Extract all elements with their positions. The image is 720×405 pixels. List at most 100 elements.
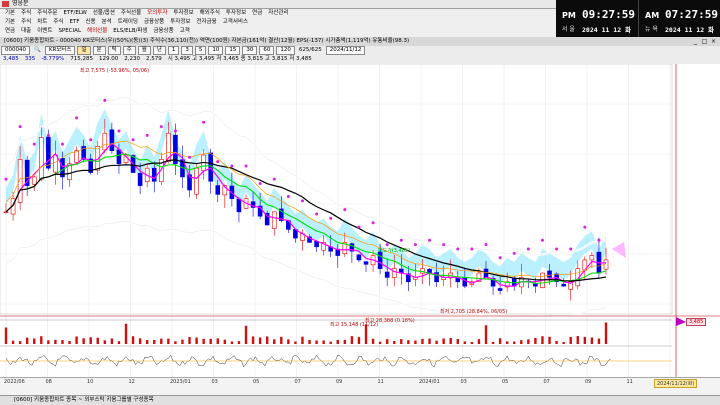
stock-name-field[interactable]: KR모터스 — [44, 46, 76, 55]
period-button-12[interactable]: 60 — [259, 46, 275, 55]
menu-item-r2-8[interactable]: 금융상품 — [141, 18, 167, 27]
signal-dot — [428, 238, 432, 242]
volume-bar — [54, 339, 57, 344]
menu-item-r1-10[interactable]: 연금 — [249, 9, 265, 18]
signal-dot — [343, 208, 347, 212]
candle — [462, 277, 468, 287]
newyork-ampm: AM — [645, 11, 660, 20]
search-icon[interactable]: 🔍 — [31, 46, 44, 55]
menu-item-r2-9[interactable]: 투자정보 — [167, 18, 193, 27]
period-button-11[interactable]: 30 — [242, 46, 258, 55]
maximize-icon[interactable]: □ — [701, 38, 708, 45]
volume-bar — [350, 336, 354, 344]
volume-bar — [294, 341, 297, 344]
menu-item-r3-1[interactable]: 대출 — [18, 27, 34, 36]
volume-bar — [357, 337, 361, 344]
period-button-13[interactable]: 120 — [276, 46, 295, 55]
x-axis-bar: 2022/06 08 10 12 2023/01 03 05 07 09 11 2024/01 03 0… — [0, 377, 720, 396]
volume-bar — [40, 336, 43, 344]
menu-item-r1-11[interactable]: 자산관리 — [265, 9, 291, 18]
menu-item-r1-4[interactable]: 선물/옵션 — [90, 9, 118, 18]
menu-item-r1-6[interactable]: 모의투자 — [144, 9, 170, 18]
x-tick-label: 09 — [585, 379, 592, 385]
volume-bar — [407, 340, 410, 344]
candle — [31, 176, 37, 185]
volume-bar — [428, 338, 431, 344]
menu-item-r3-6[interactable]: 금융상품 — [150, 27, 176, 36]
volume-bar — [160, 338, 163, 344]
period-button-7[interactable]: 3 — [181, 46, 193, 55]
signal-dot — [103, 98, 107, 102]
volume-bar — [167, 338, 170, 344]
stock-code-input[interactable]: 000040 — [1, 46, 30, 55]
volume-bar — [562, 341, 565, 344]
menu-item-r2-7[interactable]: 트레이딩 — [115, 18, 141, 27]
volume-bar — [103, 340, 107, 344]
volume: 715,285 — [70, 56, 93, 62]
period-button-2[interactable]: 틱 — [107, 46, 121, 55]
menu-item-r2-11[interactable]: 고객서비스 — [220, 18, 251, 27]
volume-bar — [329, 341, 332, 344]
period-button-5[interactable]: 년 — [152, 46, 166, 55]
current-price: 3,485 — [3, 56, 19, 62]
close-icon[interactable]: × — [710, 38, 717, 45]
volume-bar — [456, 339, 459, 344]
signal-dot — [75, 116, 79, 120]
menu-item-r2-3[interactable]: 주식 — [50, 18, 66, 27]
candle — [497, 288, 503, 291]
chart-area[interactable]: 최고 7,575 (-53.96%, 05/06) 최저 2,705 (28.8… — [0, 63, 720, 377]
volume-bar — [89, 337, 92, 344]
price-chart-svg[interactable]: 최고 7,575 (-53.96%, 05/06) 최저 2,705 (28.8… — [0, 63, 720, 377]
menu-item-r1-8[interactable]: 해외주식 — [197, 9, 223, 18]
menu-item-r3-2[interactable]: 이벤트 — [34, 27, 55, 36]
annotation-vol-high-2: 최고 28,388 (0.18%) — [365, 317, 415, 324]
menu-item-r2-10[interactable]: 전자금융 — [194, 18, 220, 27]
menu-item-r1-2[interactable]: 주식주문 — [34, 9, 60, 18]
menu-item-r1-9[interactable]: 투자정보 — [223, 9, 249, 18]
candle — [17, 159, 23, 203]
menu-item-r3-7[interactable]: 고객 — [177, 27, 193, 36]
volume-bar — [181, 339, 184, 344]
volume-bar — [463, 341, 467, 344]
volume-bar — [322, 340, 325, 344]
period-button-0[interactable]: 일 — [77, 46, 91, 55]
volume-bar — [378, 341, 382, 344]
menu-item-r1-7[interactable]: 투자정보 — [170, 9, 196, 18]
bar-count: 625/625 — [298, 47, 322, 53]
candle — [215, 185, 221, 195]
minimize-icon[interactable]: _ — [692, 38, 699, 45]
menu-item-r2-2[interactable]: 차트 — [34, 18, 50, 27]
period-button-3[interactable]: 주 — [122, 46, 136, 55]
period-button-4[interactable]: 월 — [137, 46, 151, 55]
x-tick-label: 11 — [377, 379, 384, 385]
menu-item-r2-5[interactable]: 신용 — [83, 18, 99, 27]
menu-item-r1-0[interactable]: 기본 — [2, 9, 18, 18]
period-button-6[interactable]: 1 — [167, 46, 180, 55]
menu-item-r1-3[interactable]: ETF/ELW — [61, 9, 90, 18]
period-button-8[interactable]: 5 — [194, 46, 207, 55]
price-change: 335 — [24, 56, 36, 62]
volume-bar — [202, 338, 205, 344]
menu-item-r3-0[interactable]: 연금 — [2, 27, 18, 36]
candle — [194, 167, 199, 195]
date-field[interactable]: 2024/11/12 — [325, 46, 366, 55]
menu-item-r2-6[interactable]: 분석 — [99, 18, 115, 27]
period-button-10[interactable]: 15 — [225, 46, 241, 55]
menu-item-r1-5[interactable]: 주식선물 — [118, 9, 144, 18]
volume-bar — [209, 338, 212, 344]
signal-dot — [188, 155, 192, 159]
menu-item-r2-1[interactable]: 주식 — [18, 18, 34, 27]
candle — [271, 211, 277, 229]
menu-item-r3-5[interactable]: ELS/ELB/파생 — [110, 27, 150, 36]
period-button-1[interactable]: 분 — [92, 46, 106, 55]
menu-item-r1-1[interactable]: 주식 — [18, 9, 34, 18]
period-button-9[interactable]: 10 — [208, 46, 224, 55]
menu-item-r3-4[interactable]: 해외선물 — [84, 27, 110, 36]
signal-dot — [385, 243, 389, 247]
menu-item-r2-4[interactable]: ETF — [67, 18, 83, 27]
menu-item-r2-0[interactable]: 기본 — [2, 18, 18, 27]
menu-item-r3-3[interactable]: SPECIAL — [55, 27, 84, 36]
volume-bar — [505, 341, 509, 344]
signal-dot — [442, 243, 446, 247]
volume-bar — [569, 336, 572, 344]
